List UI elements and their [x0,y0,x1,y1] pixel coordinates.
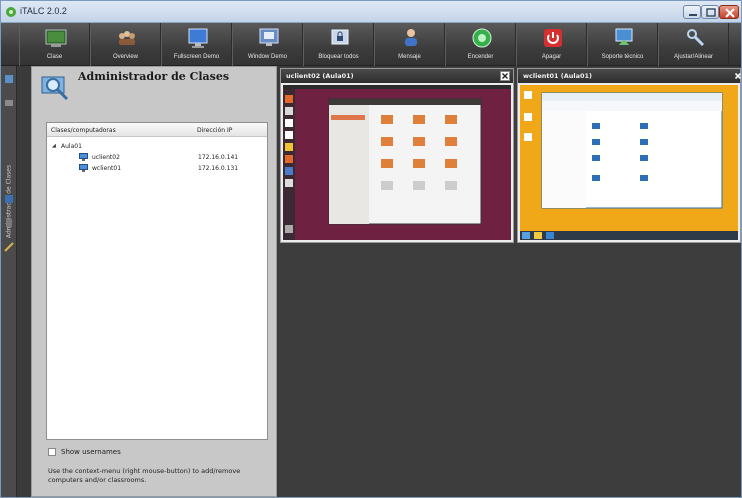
context-menu-hint: Use the context-menu (right mouse-button… [48,467,241,484]
power-off-button[interactable]: Apagar [516,23,587,66]
client-tile[interactable]: uclient02 (Aula01) [280,68,514,243]
remote-support-icon [615,28,633,45]
client-tile[interactable]: wclient01 (Aula01) [517,68,742,243]
lock-icon [331,29,349,45]
computer-tree[interactable]: Clases/computadoras Dirección IP ◢ Aula0… [46,122,268,440]
message-icon [405,29,417,46]
power-on-icon [472,28,492,48]
title-bar: iTALC 2.0.2 [1,1,741,23]
window-demo-icon [259,28,279,46]
snapshot-icon[interactable] [4,98,14,108]
power-off-label: Apagar [541,54,562,60]
classroom-label: Clase [46,54,63,60]
client-workspace: uclient02 (Aula01) wclient01 (Aula01) [279,66,742,497]
computer-name: wclient01 [92,165,122,172]
fullscreen-demo-icon [188,28,208,48]
computer-name: uclient02 [92,154,120,161]
remote-support-button[interactable]: Soporte técnico [587,23,658,66]
lock-all-button[interactable]: Bloquear todos [303,23,374,66]
tree-computer-row[interactable]: uclient02 172.16.0.141 [47,152,267,163]
settings-icon[interactable] [4,218,14,228]
screenshots-icon[interactable] [4,194,14,204]
adjust-icon [687,29,705,47]
classroom-manager-icon [41,76,69,101]
tree-header: Clases/computadoras Dirección IP [47,123,267,137]
classroom-manager-panel: Administrador de Clases Clases/computado… [31,66,277,497]
ubuntu-desktop-thumbnail [283,85,511,240]
power-on-label: Encender [467,54,494,60]
window-demo-button[interactable]: Window Demo [232,23,303,66]
overview-button[interactable]: Overview [90,23,161,66]
maximize-button[interactable] [701,5,719,19]
close-icon[interactable] [500,71,510,81]
tile-header: uclient02 (Aula01) [281,69,513,83]
close-button[interactable] [719,5,739,19]
window-title: iTALC 2.0.2 [20,6,67,16]
overview-label: Overview [112,54,138,60]
column-header-computers[interactable]: Clases/computadoras [51,127,116,134]
computer-icon [79,153,88,161]
window-demo-label: Window Demo [247,54,287,60]
tile-title: uclient02 (Aula01) [286,72,354,80]
adjust-button[interactable]: Ajustar/Alinear [658,23,729,66]
panel-title: Administrador de Clases [78,70,230,83]
power-off-icon [544,29,562,47]
tile-header: wclient01 (Aula01) [518,69,742,83]
computer-ip: 172.16.0.131 [198,165,239,172]
show-usernames-checkbox[interactable] [48,448,56,456]
fullscreen-demo-label: Fullscreen Demo [173,54,220,60]
italc-window: iTALC 2.0.2 Clase Overview Fullscreen De… [0,0,742,498]
app-icon [6,7,16,17]
tools-icon[interactable] [4,242,14,252]
overview-icon [119,31,135,45]
group-name: Aula01 [61,143,82,150]
show-usernames-option[interactable]: Show usernames [48,446,248,458]
computer-icon [79,164,88,172]
classroom-manager-icon[interactable] [4,74,14,84]
adjust-label: Ajustar/Alinear [673,54,714,60]
main-toolbar: Clase Overview Fullscreen Demo Window De… [1,23,741,66]
close-icon[interactable] [733,71,742,81]
tile-title: wclient01 (Aula01) [523,72,593,80]
tree-computer-row[interactable]: wclient01 172.16.0.131 [47,163,267,174]
expand-arrow-icon[interactable]: ◢ [52,143,56,149]
show-usernames-label: Show usernames [61,448,121,456]
classroom-icon [45,29,67,47]
maximize-icon [706,8,716,17]
fullscreen-demo-button[interactable]: Fullscreen Demo [161,23,232,66]
classroom-button[interactable]: Clase [19,23,90,66]
side-dock: Administrador de Clases [1,66,17,497]
minimize-icon [689,14,697,16]
minimize-button[interactable] [683,5,701,19]
tree-group-row[interactable]: ◢ Aula01 [47,141,267,152]
close-icon [725,8,735,18]
windows-desktop-thumbnail [520,85,738,240]
remote-support-label: Soporte técnico [601,54,644,60]
column-header-ip[interactable]: Dirección IP [197,127,232,134]
message-button[interactable]: Mensaje [374,23,445,66]
lock-all-label: Bloquear todos [318,54,359,60]
message-label: Mensaje [398,54,421,60]
computer-ip: 172.16.0.141 [198,154,239,161]
power-on-button[interactable]: Encender [445,23,516,66]
